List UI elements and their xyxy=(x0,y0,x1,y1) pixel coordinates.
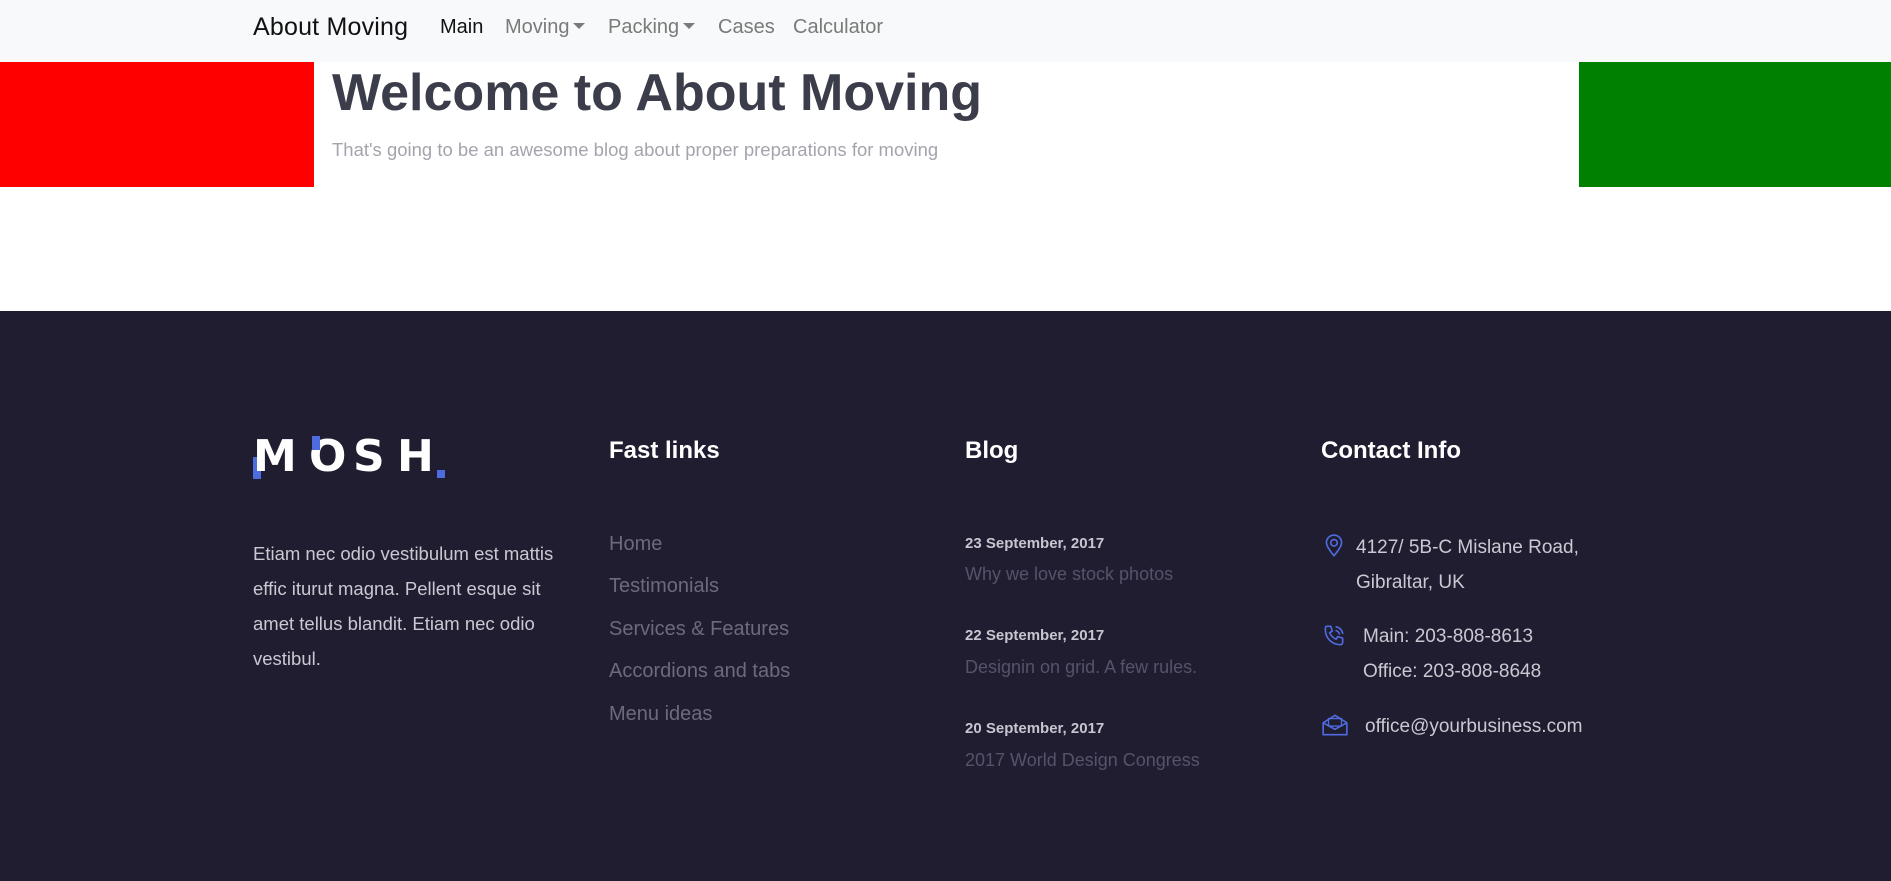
blog-post-link[interactable]: Why we love stock photos xyxy=(965,564,1173,585)
footer-link-home[interactable]: Home xyxy=(609,533,662,556)
caret-down-icon xyxy=(573,22,586,29)
green-block xyxy=(1579,62,1891,187)
navbar: About Moving Main Moving Packing Cases C… xyxy=(0,0,1891,62)
brand-link[interactable]: About Moving xyxy=(253,13,408,42)
envelope-icon xyxy=(1322,714,1348,736)
contact-phone-main[interactable]: Main: 203-808-8613 xyxy=(1363,619,1533,654)
nav-packing-dropdown[interactable]: Packing xyxy=(608,16,696,39)
page-title: Welcome to About Moving xyxy=(332,64,982,122)
footer-link-menu-ideas[interactable]: Menu ideas xyxy=(609,703,712,726)
contact-address-line2: Gibraltar, UK xyxy=(1356,572,1465,593)
contact-email[interactable]: office@yourbusiness.com xyxy=(1365,709,1582,744)
fast-links-title: Fast links xyxy=(609,437,720,464)
footer-about-text: Etiam nec odio vestibulum est mattis eff… xyxy=(253,543,554,669)
blog-title: Blog xyxy=(965,437,1019,464)
contact-info-title: Contact Info xyxy=(1321,437,1461,464)
caret-down-icon xyxy=(683,22,696,29)
nav-cases[interactable]: Cases xyxy=(718,16,775,39)
page-subtitle: That's going to be an awesome blog about… xyxy=(332,139,939,160)
footer: M O S H Etiam nec odio vestibulum est ma… xyxy=(0,311,1891,881)
blog-post-link[interactable]: 2017 World Design Congress xyxy=(965,750,1200,771)
phone-icon xyxy=(1324,625,1344,646)
footer-link-services[interactable]: Services & Features xyxy=(609,618,789,641)
nav-calculator[interactable]: Calculator xyxy=(793,16,883,39)
blog-post-link[interactable]: Designin on grid. A few rules. xyxy=(965,657,1197,678)
nav-packing-label: Packing xyxy=(608,16,680,38)
nav-moving-label: Moving xyxy=(505,16,570,38)
footer-link-accordions[interactable]: Accordions and tabs xyxy=(609,660,790,683)
footer-link-testimonials[interactable]: Testimonials xyxy=(609,575,719,598)
red-block xyxy=(0,62,314,187)
blog-post-date: 20 September, 2017 xyxy=(965,720,1105,737)
nav-moving-dropdown[interactable]: Moving xyxy=(505,16,586,39)
location-pin-icon xyxy=(1325,534,1343,557)
contact-address-line1: 4127/ 5B-C Mislane Road, xyxy=(1356,537,1579,558)
contact-phone-office[interactable]: Office: 203-808-8648 xyxy=(1363,654,1541,689)
nav-main[interactable]: Main xyxy=(440,16,483,39)
blog-post-date: 23 September, 2017 xyxy=(965,535,1105,552)
blog-post-date: 22 September, 2017 xyxy=(965,627,1105,644)
